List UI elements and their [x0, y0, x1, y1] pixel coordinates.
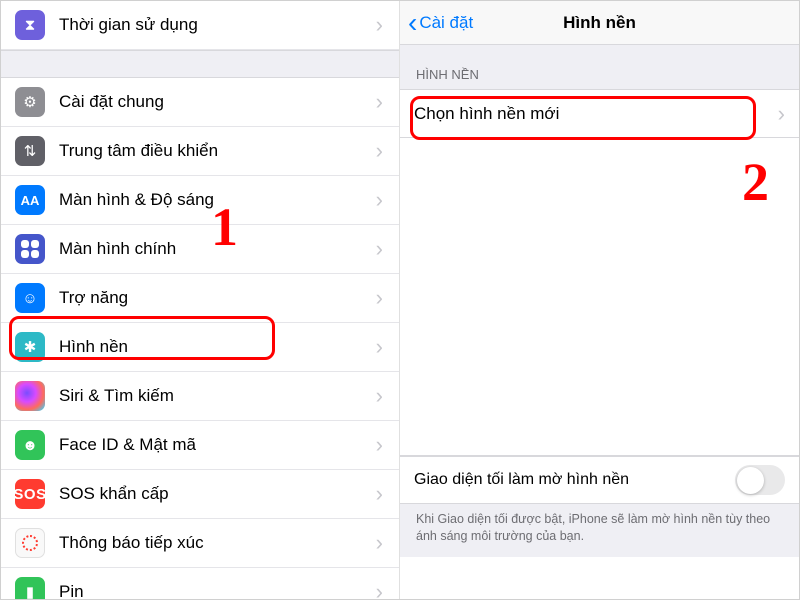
chevron-right-icon: › [778, 101, 785, 127]
sliders-icon: ⇅ [15, 136, 45, 166]
dark-dims-footer: Khi Giao diện tối được bật, iPhone sẽ là… [400, 504, 799, 557]
settings-row-label: Cài đặt chung [59, 92, 376, 112]
settings-row-home-screen[interactable]: Màn hình chính› [1, 225, 399, 274]
sos-icon: SOS [15, 479, 45, 509]
exposure-icon [15, 528, 45, 558]
settings-row-label: Trợ năng [59, 288, 376, 308]
wallpaper-icon: ✱ [15, 332, 45, 362]
battery-icon: ▮ [15, 577, 45, 599]
hourglass-icon: ⧗ [15, 10, 45, 40]
back-button[interactable]: ‹ Cài đặt [400, 9, 473, 37]
settings-row-siri[interactable]: Siri & Tìm kiếm› [1, 372, 399, 421]
settings-list-panel: ⧗ Thời gian sử dụng › ⚙Cài đặt chung›⇅Tr… [1, 1, 400, 599]
settings-row-label: SOS khẩn cấp [59, 484, 376, 504]
chevron-right-icon: › [376, 187, 385, 213]
chevron-left-icon: ‹ [408, 9, 417, 37]
settings-row-wallpaper[interactable]: ✱ Hình nền› [1, 323, 399, 372]
accessibility-icon: ☺ [15, 283, 45, 313]
settings-row-sos[interactable]: SOS SOS khẩn cấp› [1, 470, 399, 519]
settings-row-label: Hình nền [59, 337, 376, 357]
settings-row-label: Trung tâm điều khiển [59, 141, 376, 161]
settings-row-label: Màn hình & Độ sáng [59, 190, 376, 210]
siri-icon [15, 381, 45, 411]
gear-icon: ⚙ [15, 87, 45, 117]
chevron-right-icon: › [376, 530, 385, 556]
settings-row-exposure[interactable]: Thông báo tiếp xúc› [1, 519, 399, 568]
settings-row-label: Face ID & Mật mã [59, 435, 376, 455]
chevron-right-icon: › [376, 138, 385, 164]
chevron-right-icon: › [376, 432, 385, 458]
dark-dims-wallpaper-label: Giao diện tối làm mờ hình nền [414, 471, 735, 489]
settings-row-faceid[interactable]: ☻ Face ID & Mật mã› [1, 421, 399, 470]
chevron-right-icon: › [376, 236, 385, 262]
settings-row-label: Thông báo tiếp xúc [59, 533, 376, 553]
dark-dims-wallpaper-row[interactable]: Giao diện tối làm mờ hình nền [400, 456, 799, 504]
chevron-right-icon: › [376, 383, 385, 409]
settings-row-battery[interactable]: ▮ Pin› [1, 568, 399, 599]
settings-row-screen-time[interactable]: ⧗ Thời gian sử dụng › [1, 1, 399, 50]
chevron-right-icon: › [376, 12, 385, 38]
chevron-right-icon: › [376, 334, 385, 360]
wallpaper-preview-area [400, 138, 799, 456]
back-label: Cài đặt [419, 13, 473, 33]
settings-row-sliders[interactable]: ⇅ Trung tâm điều khiển› [1, 127, 399, 176]
settings-row-gear[interactable]: ⚙ Cài đặt chung› [1, 78, 399, 127]
chevron-right-icon: › [376, 89, 385, 115]
display-brightness-icon: AA [15, 185, 45, 215]
faceid-icon: ☻ [15, 430, 45, 460]
settings-row-label: Màn hình chính [59, 239, 376, 259]
chevron-right-icon: › [376, 285, 385, 311]
home-screen-icon [15, 234, 45, 264]
settings-row-label: Siri & Tìm kiếm [59, 386, 376, 406]
choose-new-wallpaper-label: Chọn hình nền mới [414, 104, 778, 124]
chevron-right-icon: › [376, 481, 385, 507]
choose-new-wallpaper-row[interactable]: Chọn hình nền mới › [400, 90, 799, 138]
settings-row-accessibility[interactable]: ☺ Trợ năng› [1, 274, 399, 323]
dark-dims-toggle[interactable] [735, 465, 785, 495]
chevron-right-icon: › [376, 579, 385, 599]
section-gap [1, 50, 399, 78]
settings-row-display-brightness[interactable]: AA Màn hình & Độ sáng› [1, 176, 399, 225]
nav-bar: ‹ Cài đặt Hình nền [400, 1, 799, 45]
settings-row-label: Thời gian sử dụng [59, 15, 376, 35]
settings-row-label: Pin [59, 582, 376, 599]
wallpaper-detail-panel: ‹ Cài đặt Hình nền HÌNH NỀN Chọn hình nề… [400, 1, 799, 599]
section-header-wallpaper: HÌNH NỀN [400, 45, 799, 90]
